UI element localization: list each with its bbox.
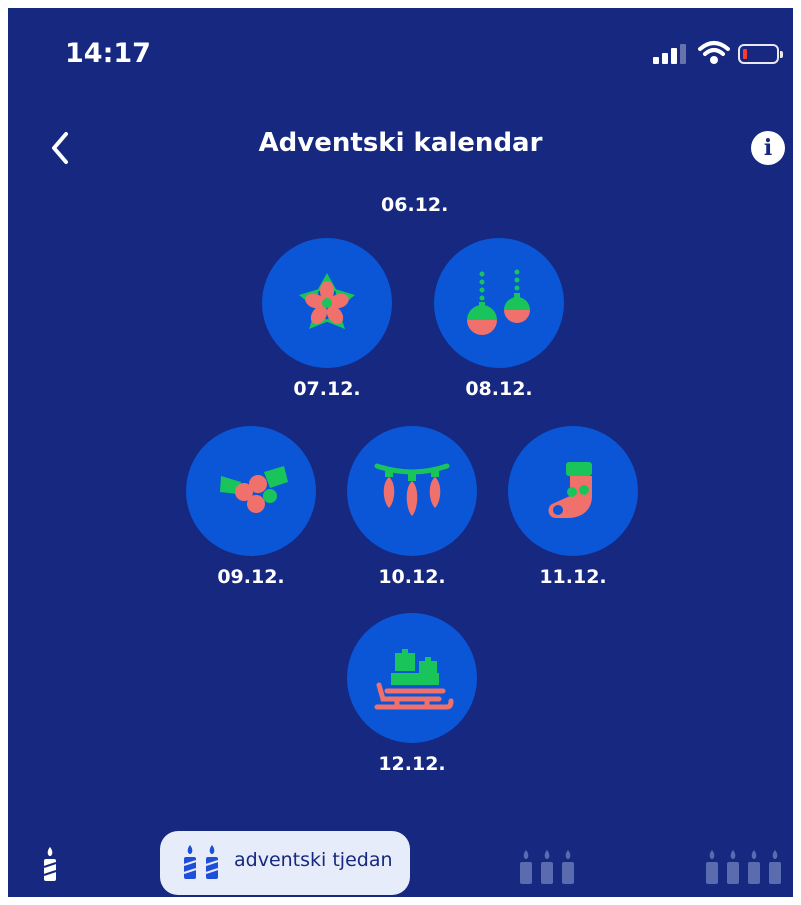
day-circle[interactable] [262, 238, 392, 368]
day-circle[interactable] [508, 426, 638, 556]
ornaments-icon [467, 269, 530, 335]
calendar-day-07[interactable]: 07.12. [262, 238, 392, 400]
calendar-day-09[interactable]: 09.12. [186, 426, 316, 588]
battery-icon [738, 44, 783, 64]
day-label: 10.12. [378, 566, 446, 588]
day-circle[interactable] [347, 613, 477, 743]
one-candle-icon[interactable] [40, 845, 60, 885]
two-candles-icon [183, 845, 219, 879]
sleigh-gifts-icon [374, 649, 454, 710]
string-lights-icon [374, 463, 450, 516]
poinsettia-icon [299, 273, 355, 329]
day-label: 07.12. [293, 378, 361, 400]
tab-two-candles[interactable]: adventski tjedan [160, 831, 410, 895]
calendar-day-10[interactable]: 10.12. [347, 426, 477, 588]
app-screen: 14:17 Adventski kalendar i 06.12. 07.12.… [8, 8, 793, 897]
day-label: 08.12. [465, 378, 533, 400]
calendar-day-08[interactable]: 08.12. [434, 238, 564, 400]
day-label: 12.12. [378, 753, 446, 775]
info-icon[interactable]: i [751, 131, 785, 165]
status-time: 14:17 [65, 38, 151, 69]
day-label: 11.12. [539, 566, 607, 588]
day-label-06: 06.12. [381, 194, 449, 216]
page-title: Adventski kalendar [258, 128, 543, 158]
three-candles-icon[interactable] [516, 848, 578, 886]
wifi-icon [698, 41, 730, 64]
day-circle[interactable] [434, 238, 564, 368]
day-circle[interactable] [347, 426, 477, 556]
day-label: 09.12. [217, 566, 285, 588]
battery-level [743, 49, 747, 59]
stocking-icon [548, 462, 592, 518]
signal-icon [653, 44, 686, 64]
day-circle[interactable] [186, 426, 316, 556]
calendar-day-11[interactable]: 11.12. [508, 426, 638, 588]
status-bar: 14:17 [8, 8, 793, 98]
tab-label: adventski tjedan [234, 849, 393, 871]
four-candles-icon[interactable] [702, 848, 786, 886]
calendar-day-12[interactable]: 12.12. [347, 613, 477, 775]
holly-icon [220, 466, 288, 513]
